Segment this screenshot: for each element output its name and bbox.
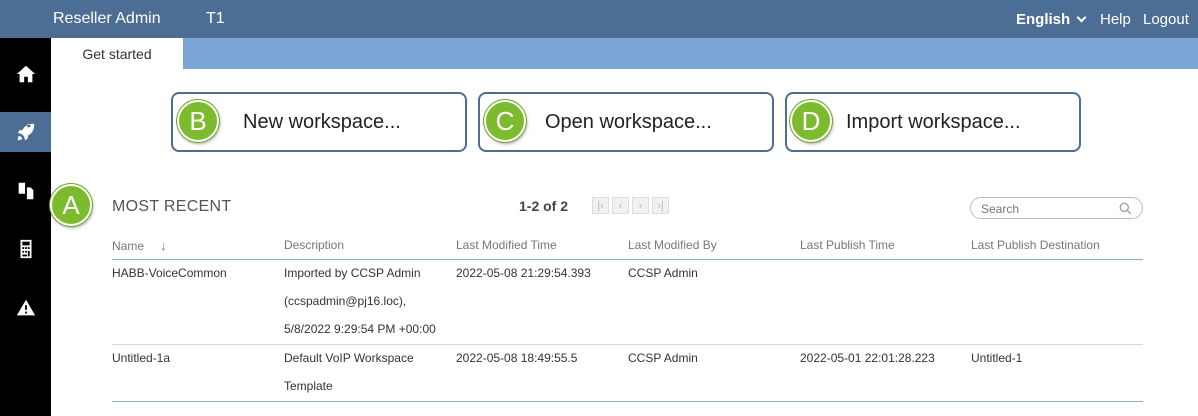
last-page-icon[interactable]: ›| [652, 197, 669, 214]
cell-description: Default VoIP Workspace Template [284, 344, 414, 400]
prev-page-icon[interactable]: ‹ [612, 197, 629, 214]
column-header-name[interactable]: Name ↓ [112, 238, 167, 253]
new-workspace-label: New workspace... [243, 110, 401, 133]
cell-description-line: (ccspadmin@pj16.loc), [284, 294, 407, 308]
open-workspace-label: Open workspace... [545, 110, 712, 133]
sort-down-icon[interactable]: ↓ [160, 238, 167, 253]
chevron-down-icon [1076, 12, 1087, 23]
sidebar-item-calculator[interactable] [0, 229, 51, 269]
column-header-modified-time[interactable]: Last Modified Time [456, 238, 557, 252]
first-page-icon[interactable]: |‹ [592, 197, 609, 214]
cell-description-line: Default VoIP Workspace [284, 351, 414, 365]
cell-description: Imported by CCSP Admin (ccspadmin@pj16.l… [284, 259, 436, 343]
callout-badge-b: B [177, 100, 219, 142]
tab-strip: Get started [51, 38, 1198, 69]
cell-modified-time: 2022-05-08 21:29:54.393 [456, 266, 591, 280]
tab-get-started[interactable]: Get started [51, 38, 183, 69]
app-title: Reseller Admin [53, 10, 161, 27]
section-title: MOST RECENT [112, 198, 232, 215]
cell-publish-destination: Untitled-1 [971, 351, 1023, 365]
callout-badge-c: C [484, 100, 526, 142]
next-page-icon[interactable]: › [632, 197, 649, 214]
cell-modified-by: CCSP Admin [628, 351, 698, 365]
logout-link[interactable]: Logout [1143, 11, 1189, 28]
language-selector[interactable]: English [1016, 11, 1087, 28]
cell-description-line: Template [284, 379, 333, 393]
rocket-icon [17, 123, 34, 141]
warning-icon [16, 299, 35, 316]
sidebar-item-documents[interactable] [0, 171, 51, 211]
cell-modified-by: CCSP Admin [628, 266, 698, 280]
sidebar [0, 38, 51, 416]
search-input[interactable] [981, 201, 1111, 216]
top-bar: Reseller Admin T1 English Help Logout [0, 0, 1198, 38]
pager-count: 1-2 of 2 [519, 198, 569, 214]
column-header-modified-by[interactable]: Last Modified By [628, 238, 717, 252]
help-link[interactable]: Help [1100, 11, 1131, 28]
column-header-name-label: Name [112, 239, 145, 253]
sidebar-item-home[interactable] [0, 54, 51, 94]
search-box [970, 197, 1143, 219]
tenant-name: T1 [206, 10, 225, 27]
sidebar-item-alerts[interactable] [0, 288, 51, 328]
documents-icon [18, 182, 33, 200]
search-icon[interactable] [1119, 202, 1132, 215]
cell-modified-time: 2022-05-08 18:49:55.5 [456, 351, 578, 365]
language-label: English [1016, 11, 1071, 28]
cell-description-line: Imported by CCSP Admin [284, 266, 421, 280]
home-icon [16, 65, 35, 83]
calculator-icon [20, 239, 31, 259]
sidebar-item-get-started[interactable] [0, 112, 51, 152]
row-divider [112, 401, 1143, 402]
cell-name[interactable]: HABB-VoiceCommon [112, 259, 227, 287]
cell-publish-time: 2022-05-01 22:01:28.223 [800, 351, 935, 365]
cell-description-line: 5/8/2022 9:29:54 PM +00:00 [284, 322, 436, 336]
column-header-publish-destination[interactable]: Last Publish Destination [971, 238, 1100, 252]
column-header-description[interactable]: Description [284, 238, 344, 252]
cell-name[interactable]: Untitled-1a [112, 344, 170, 372]
callout-badge-a: A [50, 184, 92, 226]
column-header-publish-time[interactable]: Last Publish Time [800, 238, 895, 252]
callout-badge-d: D [790, 100, 832, 142]
import-workspace-label: Import workspace... [846, 110, 1021, 133]
